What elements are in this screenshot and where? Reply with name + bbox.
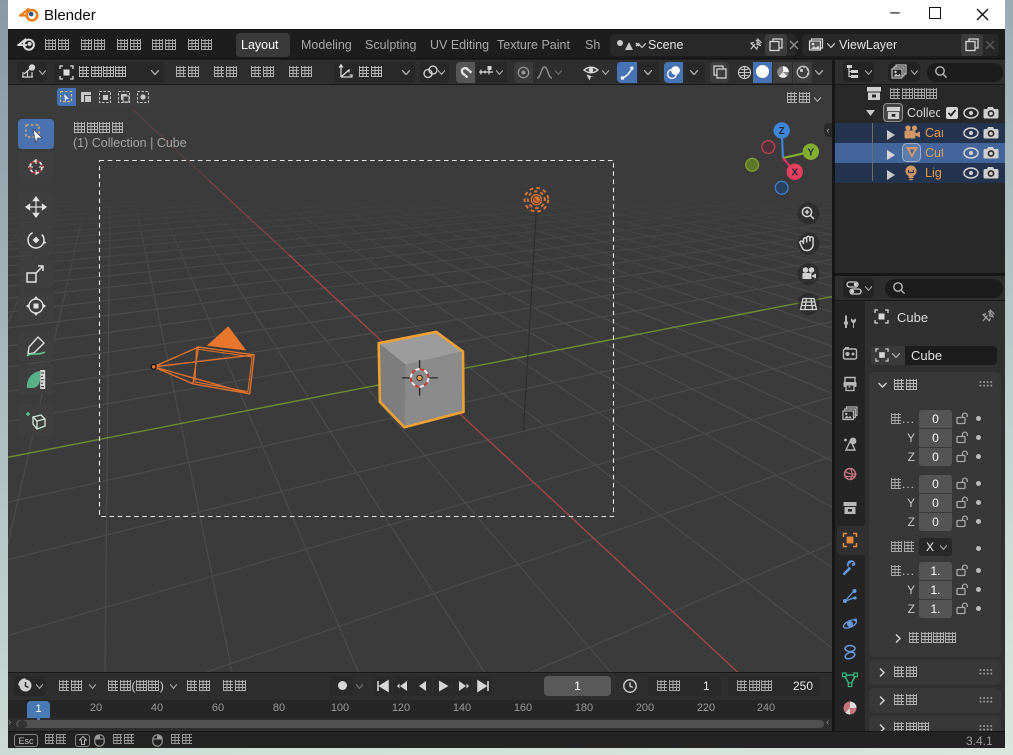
svg-text:Y: Y xyxy=(807,147,814,158)
svg-text:X: X xyxy=(791,167,798,178)
svg-text:Z: Z xyxy=(779,126,785,137)
